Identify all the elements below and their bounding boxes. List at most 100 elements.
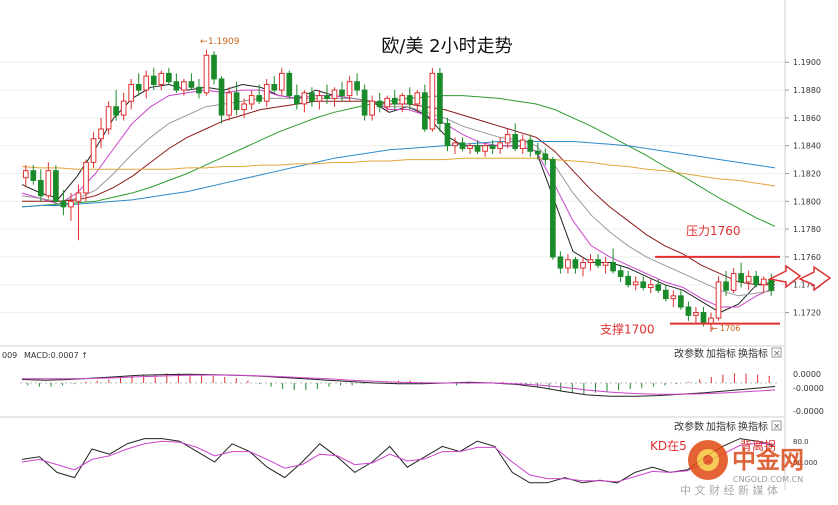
candle-body-62 [489, 145, 496, 149]
candle-body-24 [203, 54, 210, 94]
candle-body-69 [542, 153, 549, 161]
candle-body-68 [534, 150, 541, 155]
high-price-label: 1.1909 [208, 37, 240, 47]
candle-body-21 [181, 81, 187, 91]
candle-body-6 [68, 200, 74, 208]
candle-body-47 [376, 100, 383, 108]
y-tick-label-7: 1.1760 [793, 253, 821, 262]
candle-body-12 [113, 106, 119, 116]
chart-root: 1.1900 1.1880 1.1860 1.1840 1.1820 1.1800 1.17… [0, 0, 838, 505]
candle-body-76 [595, 259, 601, 266]
forex-chart: 1.1900 1.1880 1.1860 1.1840 1.1820 1.1800 1.17… [0, 0, 832, 497]
candle-body-9 [90, 138, 97, 163]
candle-body-35 [286, 72, 293, 97]
macd-close-icon[interactable]: × [773, 349, 781, 359]
candle-body-46 [369, 100, 375, 116]
kd-swap-indicator-button[interactable]: 换指标 [738, 420, 768, 433]
candle-body-11 [105, 106, 112, 130]
candle-body-20 [173, 81, 180, 91]
kd-change-params-button[interactable]: 改参数 [674, 420, 704, 433]
macd-tick-label-2: -0.0000 [793, 407, 824, 416]
candle-body-8 [83, 161, 89, 194]
watermark-brand: 中金网 [732, 446, 804, 474]
candle-body-85 [662, 289, 669, 300]
candle-body-50 [399, 95, 406, 105]
candle-body-79 [617, 270, 624, 277]
candle-body-45 [361, 89, 368, 116]
candle-body-90 [700, 312, 707, 325]
candle-body-52 [414, 92, 421, 105]
candle-body-67 [527, 139, 534, 152]
ma-line-4 [21, 95, 776, 227]
candle-body-95 [738, 273, 744, 283]
candle-body-0 [22, 170, 29, 179]
candle-body-19 [166, 72, 172, 83]
candle-body-30 [248, 95, 255, 105]
ma-line-2 [21, 97, 776, 297]
kd-add-indicator-button[interactable]: 加指标 [706, 420, 736, 433]
candle-body-54 [429, 72, 436, 130]
candle-body-74 [580, 261, 586, 269]
candle-body-22 [188, 81, 195, 88]
candle-body-60 [474, 145, 481, 152]
y-tick-label-1: 1.1880 [793, 86, 821, 95]
candle-body-64 [504, 134, 511, 144]
candle-body-15 [135, 83, 142, 91]
macd-label: MACD:0.0007 ↑ [24, 351, 88, 360]
candle-body-63 [497, 142, 503, 149]
candle-body-75 [587, 259, 594, 263]
kd-close-icon[interactable]: × [773, 422, 781, 432]
candle-body-55 [437, 72, 443, 124]
candle-body-86 [670, 295, 677, 300]
macd-swap-indicator-button[interactable]: 换指标 [738, 347, 768, 360]
candle-body-53 [422, 92, 428, 130]
y-tick-label-2: 1.1860 [793, 114, 821, 123]
ma-line-6 [21, 157, 776, 187]
candle-body-3 [45, 170, 52, 197]
candle-body-66 [519, 139, 526, 149]
candle-body-48 [384, 97, 391, 108]
candle-body-71 [557, 256, 564, 269]
macd-change-params-button[interactable]: 改参数 [674, 347, 704, 360]
candle-body-82 [640, 281, 647, 289]
candlesticks [22, 49, 775, 332]
candle-body-96 [745, 275, 752, 283]
candle-body-61 [482, 145, 488, 152]
candle-body-84 [655, 284, 662, 291]
candle-body-93 [723, 281, 729, 291]
candle-body-33 [271, 83, 278, 91]
kd-tick-label-0: 80.0 [793, 438, 809, 446]
y-tick-label-9: 1.1720 [793, 309, 821, 318]
candle-body-31 [256, 95, 263, 102]
macd-add-indicator-button[interactable]: 加指标 [706, 347, 736, 360]
candle-body-41 [331, 89, 338, 99]
candle-body-16 [143, 75, 150, 91]
macd-panel [20, 373, 780, 397]
candle-body-59 [467, 145, 473, 149]
y-tick-label-3: 1.1840 [793, 142, 821, 151]
candle-body-51 [406, 95, 413, 105]
candle-body-49 [391, 97, 398, 105]
candle-body-40 [324, 95, 330, 99]
candle-body-4 [53, 170, 59, 202]
low-price-label: 1706 [720, 324, 740, 333]
candle-body-89 [693, 312, 699, 316]
candle-body-42 [339, 89, 345, 97]
chart-title: 欧/美 2小时走势 [381, 36, 512, 57]
candle-body-58 [459, 142, 466, 149]
candle-body-26 [218, 78, 225, 116]
candle-body-1 [30, 170, 37, 181]
candle-body-29 [241, 103, 247, 111]
candle-body-87 [678, 295, 684, 308]
watermark-url: CNGOLD.COM.CN [733, 475, 803, 484]
candle-body-39 [316, 95, 323, 102]
y-tick-label-5: 1.1800 [793, 197, 821, 206]
candle-body-92 [715, 281, 722, 319]
candle-body-56 [444, 122, 451, 147]
candle-body-83 [647, 284, 654, 289]
macd-prefix: 009 [2, 351, 17, 360]
resistance-label: 压力1760 [686, 224, 741, 238]
candle-body-73 [572, 259, 579, 269]
cngold-logo-dot [703, 455, 713, 465]
candle-body-72 [565, 259, 571, 269]
